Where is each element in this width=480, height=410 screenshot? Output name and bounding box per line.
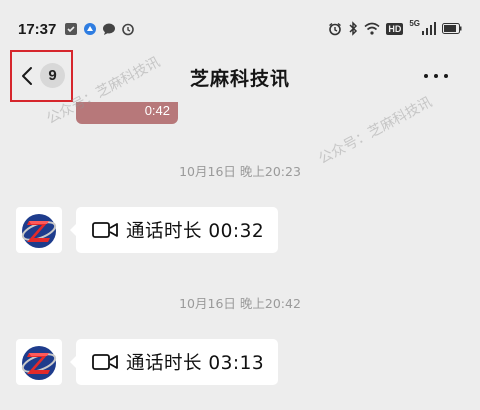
hd-icon: HD <box>386 22 404 35</box>
browser-icon <box>84 23 96 35</box>
unread-count-badge: 9 <box>40 63 65 88</box>
video-call-icon <box>92 222 118 238</box>
video-call-icon <box>92 354 118 370</box>
video-message[interactable]: 0:42 <box>76 102 178 124</box>
call-message-bubble[interactable]: 通话时长 03:13 <box>70 339 278 385</box>
message-timestamp: 10月16日 晚上20:23 <box>179 164 301 179</box>
battery-icon <box>442 23 462 34</box>
notification-icon <box>65 23 77 35</box>
avatar[interactable] <box>16 339 62 385</box>
call-message-bubble[interactable]: 通话时长 00:32 <box>70 207 278 253</box>
status-right-icons: HD 5G <box>328 19 462 36</box>
signal-icon <box>422 22 436 35</box>
status-bar: 17:37 HD 5G <box>0 0 480 50</box>
alarm-icon <box>122 23 134 36</box>
status-time: 17:37 <box>18 21 57 38</box>
signal-5g-icon: 5G <box>409 19 420 28</box>
back-button[interactable]: 9 <box>10 50 73 102</box>
logo-z-icon <box>21 214 57 248</box>
logo-z-icon <box>21 346 57 380</box>
video-duration: 0:42 <box>144 103 170 118</box>
message-icon <box>103 23 115 35</box>
more-icon[interactable] <box>424 72 448 80</box>
nav-bar: 9 芝麻科技讯 <box>0 50 480 102</box>
call-duration-label: 通话时长 03:13 <box>126 353 265 374</box>
status-left-icons <box>64 22 135 36</box>
bluetooth-icon <box>349 21 358 36</box>
message-timestamp: 10月16日 晚上20:42 <box>179 296 301 311</box>
wifi-icon <box>364 22 380 35</box>
back-chevron-icon <box>22 67 32 85</box>
call-duration-label: 通话时长 00:32 <box>126 221 265 242</box>
alarm-icon <box>329 22 342 35</box>
watermark: 公众号：芝麻科技讯 <box>316 94 435 168</box>
avatar[interactable] <box>16 207 62 253</box>
chat-title: 芝麻科技讯 <box>189 68 290 90</box>
